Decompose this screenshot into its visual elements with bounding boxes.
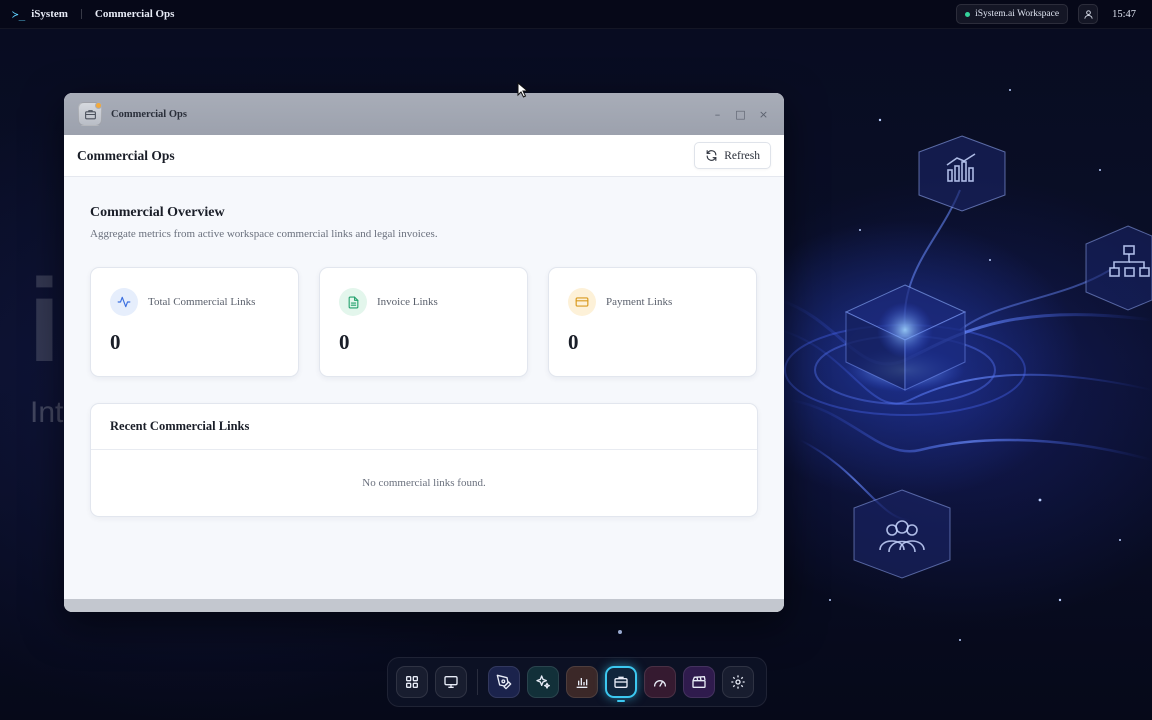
recent-links-empty-state: No commercial links found. xyxy=(362,477,486,489)
workspace-name: iSystem.ai Workspace xyxy=(975,9,1060,19)
active-app-name: Commercial Ops xyxy=(94,8,175,20)
commercial-ops-window: Commercial Ops – □ × Commercial Ops Refr… xyxy=(64,93,784,612)
topbar-divider xyxy=(80,9,82,19)
app-notification-dot xyxy=(95,102,102,109)
system-top-bar: ≻_ iSystem Commercial Ops iSystem.ai Wor… xyxy=(0,0,1152,29)
stat-icon-wrap xyxy=(568,288,596,316)
recent-links-card: Recent Commercial Links No commercial li… xyxy=(90,403,758,517)
refresh-icon xyxy=(706,150,717,161)
pen-tool-icon xyxy=(496,674,512,690)
stat-card-payment-links: Payment Links 0 xyxy=(548,267,757,377)
stats-row: Total Commercial Links 0 Invoice Links 0 xyxy=(90,267,758,377)
briefcase-icon xyxy=(614,676,628,688)
credit-card-icon xyxy=(575,297,589,307)
dock-ai-app[interactable] xyxy=(527,666,559,698)
activity-icon xyxy=(117,296,131,308)
window-controls: – □ × xyxy=(711,108,770,121)
stat-value: 0 xyxy=(568,330,579,354)
dock-apps-launcher[interactable] xyxy=(396,666,428,698)
desktop-brand-watermark: i xyxy=(28,255,65,387)
settings-icon xyxy=(731,675,745,689)
refresh-label: Refresh xyxy=(724,149,760,162)
app-content: Commercial Overview Aggregate metrics fr… xyxy=(64,177,784,517)
terminal-logo-icon[interactable]: ≻_ xyxy=(12,8,25,21)
recent-links-header: Recent Commercial Links xyxy=(91,404,757,450)
monitor-icon xyxy=(444,676,458,688)
sparkles-icon xyxy=(536,675,550,689)
briefcase-icon xyxy=(84,109,96,119)
desktop-tagline-watermark: Int xyxy=(30,396,64,429)
minimize-button[interactable]: – xyxy=(711,108,724,121)
dock-media-app[interactable] xyxy=(683,666,715,698)
window-titlebar[interactable]: Commercial Ops – □ × xyxy=(64,93,784,135)
maximize-button[interactable]: □ xyxy=(734,108,747,121)
overview-subtitle: Aggregate metrics from active workspace … xyxy=(90,228,438,240)
stat-value: 0 xyxy=(339,330,350,354)
dock-analytics-app[interactable] xyxy=(566,666,598,698)
stat-label: Invoice Links xyxy=(377,296,438,308)
dock-performance-app[interactable] xyxy=(644,666,676,698)
stat-label: Total Commercial Links xyxy=(148,296,256,308)
dock-settings[interactable] xyxy=(722,666,754,698)
dock-divider xyxy=(477,669,478,695)
stat-card-header: Payment Links xyxy=(568,288,737,316)
stat-card-invoice-links: Invoice Links 0 xyxy=(319,267,528,377)
refresh-button[interactable]: Refresh xyxy=(694,142,771,169)
stat-icon-wrap xyxy=(110,288,138,316)
window-footer xyxy=(64,599,784,612)
mouse-cursor-icon xyxy=(517,82,529,98)
topbar-right-group: iSystem.ai Workspace 15:47 xyxy=(956,4,1140,24)
dock-commercial-ops-app[interactable] xyxy=(605,666,637,702)
gauge-icon xyxy=(654,680,666,687)
workspace-status-dot xyxy=(965,11,971,17)
recent-links-title: Recent Commercial Links xyxy=(110,419,250,433)
bar-chart-icon xyxy=(576,678,588,688)
workspace-switcher[interactable]: iSystem.ai Workspace xyxy=(956,4,1069,24)
system-brand[interactable]: iSystem xyxy=(31,8,68,20)
overview-title: Commercial Overview xyxy=(90,205,225,220)
window-title: Commercial Ops xyxy=(111,108,187,120)
system-clock: 15:47 xyxy=(1112,8,1136,20)
stat-card-header: Invoice Links xyxy=(339,288,508,316)
stat-card-header: Total Commercial Links xyxy=(110,288,279,316)
dock-design-app[interactable] xyxy=(488,666,520,698)
stat-value: 0 xyxy=(110,330,121,354)
app-dock xyxy=(387,657,767,707)
dock-desktop[interactable] xyxy=(435,666,467,698)
stat-icon-wrap xyxy=(339,288,367,316)
app-header: Commercial Ops Refresh xyxy=(64,135,784,177)
window-app-icon xyxy=(78,102,102,126)
document-icon xyxy=(348,296,358,308)
user-icon xyxy=(1083,9,1093,19)
user-menu-button[interactable] xyxy=(1078,4,1099,24)
close-button[interactable]: × xyxy=(757,108,770,121)
app-title: Commercial Ops xyxy=(77,147,175,163)
apps-grid-icon xyxy=(406,676,418,688)
clapperboard-icon xyxy=(692,676,706,688)
stat-label: Payment Links xyxy=(606,296,673,308)
stat-card-total-links: Total Commercial Links 0 xyxy=(90,267,299,377)
